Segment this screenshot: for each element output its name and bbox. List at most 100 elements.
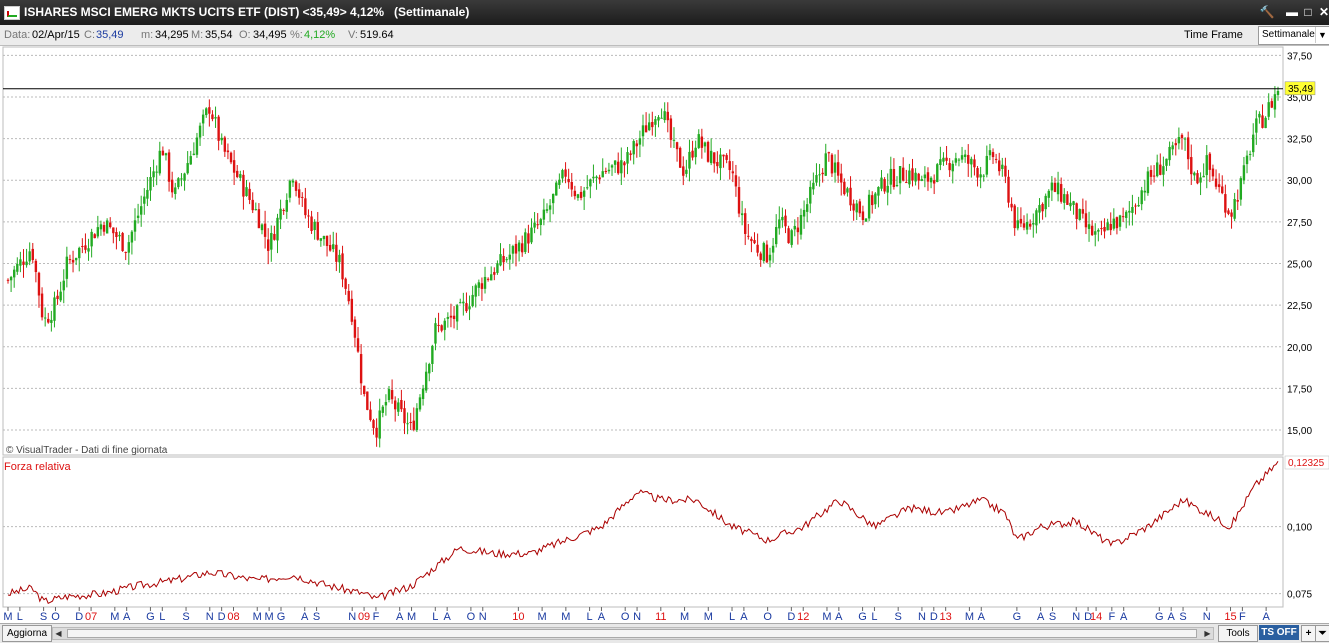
candle-body [452, 315, 456, 320]
candle-body [657, 117, 660, 121]
ts-off-button[interactable]: TS OFF [1259, 625, 1299, 640]
x-month-label: O [51, 611, 60, 623]
title-bar: ISHARES MSCI EMERG MKTS UCITS ETF (DIST)… [0, 0, 1329, 25]
candle-body [1177, 137, 1181, 144]
price-tick-label: 15,00 [1287, 426, 1312, 437]
candle-body [369, 409, 372, 420]
candle-body [895, 184, 899, 186]
candle-body [1038, 205, 1041, 213]
candle-body [517, 242, 521, 252]
candle-body [400, 400, 403, 410]
close-value: 35,49 [96, 29, 124, 41]
candle-body [381, 406, 385, 413]
candle-body [217, 116, 220, 141]
candle-body [753, 240, 756, 244]
candle-body [1245, 155, 1249, 165]
candle-body [682, 166, 685, 176]
candle-body [378, 410, 381, 439]
candle-body [1224, 194, 1227, 213]
candle-body [282, 210, 285, 212]
candle-body [920, 179, 923, 181]
bottom-bar: Aggiorna ◀ ▶ Tools TS OFF + ⏷ [0, 623, 1329, 643]
candle-body [1025, 222, 1029, 230]
candle-body [973, 159, 976, 168]
chart-area[interactable]: 15,00 17,50 20,00 22,50 25,00 27,50 30,00 32,50… [0, 45, 1329, 623]
x-year-label: 11 [655, 611, 666, 623]
candle-body [1267, 102, 1270, 117]
maximize-icon[interactable]: □ [1300, 4, 1316, 20]
candle-body [545, 209, 549, 211]
candle-body [87, 248, 90, 252]
candle-body [254, 209, 258, 211]
tools-button[interactable]: Tools [1218, 625, 1258, 642]
minimize-icon[interactable]: ▬ [1284, 4, 1300, 20]
candle-body [1078, 209, 1081, 220]
candle-body [1227, 210, 1230, 214]
candle-body [428, 364, 431, 374]
candle-body [189, 156, 192, 165]
x-month-label: M [704, 611, 713, 623]
candle-body [338, 254, 341, 263]
candle-body [905, 182, 908, 184]
candle-body [158, 150, 161, 174]
candle-body [555, 182, 558, 196]
candle-body [586, 187, 589, 189]
refresh-button[interactable]: Aggiorna [2, 625, 53, 642]
candle-body [774, 227, 778, 245]
candle-body [728, 161, 731, 171]
candle-body [706, 141, 710, 162]
candle-body [59, 291, 62, 301]
candle-body [109, 222, 112, 228]
x-month-label: N [348, 611, 356, 623]
price-tick-label: 20,00 [1287, 343, 1312, 354]
candle-body [796, 227, 800, 233]
candle-body [592, 176, 595, 179]
candle-body [539, 219, 542, 226]
candle-body [957, 159, 961, 161]
scroll-right-icon[interactable]: ▶ [1202, 628, 1213, 639]
menu-arrow-icon[interactable]: ⏷ [1315, 625, 1329, 642]
candle-body [1248, 153, 1252, 155]
candle-body [455, 305, 459, 322]
candle-body [1159, 164, 1162, 175]
scroll-thumb[interactable] [67, 629, 1197, 638]
candle-body [1208, 153, 1212, 170]
candle-body [257, 209, 261, 229]
add-button[interactable]: + [1301, 625, 1316, 642]
candle-body [322, 236, 326, 240]
x-year-label: 13 [940, 611, 952, 623]
close-label: C: [84, 29, 95, 41]
candle-body [133, 220, 137, 232]
candle-body [1196, 173, 1199, 184]
candle-body [1211, 168, 1215, 177]
candle-body [1239, 178, 1243, 200]
x-year-label: 14 [1090, 611, 1102, 623]
candle-body [239, 174, 242, 178]
candle-body [697, 134, 700, 148]
horizontal-scrollbar[interactable]: ◀ ▶ [52, 627, 1214, 640]
candle-body [778, 219, 781, 229]
timeframe-select[interactable]: Settimanale ▼ [1258, 26, 1329, 45]
candle-body [564, 169, 567, 177]
candle-body [43, 317, 47, 319]
candle-body [762, 243, 766, 261]
candle-body [9, 276, 13, 281]
candle-body [496, 263, 499, 273]
candle-body [40, 293, 44, 318]
x-month-label: M [253, 611, 262, 623]
candle-body [527, 233, 530, 244]
candle-body [1106, 222, 1109, 231]
close-icon[interactable]: ✕ [1316, 4, 1329, 20]
candle-body [1202, 175, 1205, 178]
candle-body [127, 242, 131, 253]
candle-body [1162, 166, 1165, 175]
candle-body [740, 213, 744, 216]
candle-body [313, 221, 316, 231]
candle-body [610, 165, 614, 168]
candle-body [827, 152, 831, 154]
candle-body [765, 244, 769, 263]
candle-body [1236, 200, 1239, 202]
hammer-icon[interactable]: 🔨 [1259, 4, 1275, 20]
scroll-left-icon[interactable]: ◀ [53, 628, 64, 639]
open-label: O: [239, 29, 251, 41]
